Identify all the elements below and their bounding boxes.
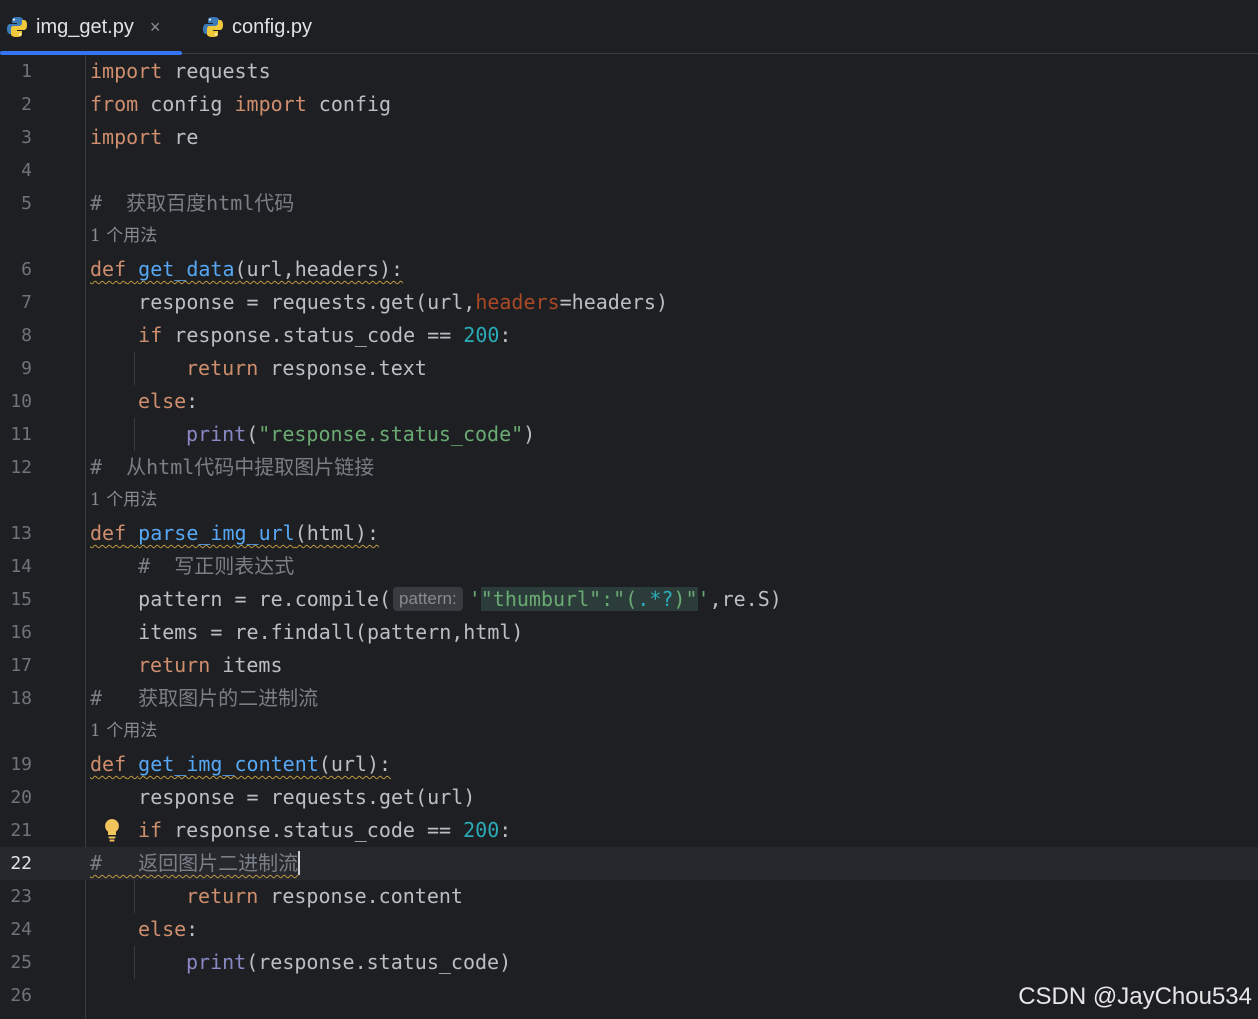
- code-line[interactable]: 9 return response.text: [0, 352, 1258, 385]
- code-line[interactable]: 16 items = re.findall(pattern,html): [0, 616, 1258, 649]
- line-number: 24: [10, 919, 32, 940]
- code-line[interactable]: 24 else:: [0, 913, 1258, 946]
- code-text: def get_data(url,headers):: [90, 257, 404, 281]
- code-line[interactable]: 12 # 从html代码中提取图片链接: [0, 451, 1258, 484]
- code-text: pattern = re.compile(pattern: '"thumburl"…: [90, 587, 782, 611]
- code-text: else:: [138, 917, 199, 941]
- code-line[interactable]: 20 response = requests.get(url): [0, 781, 1258, 814]
- code-line[interactable]: 1 import requests: [0, 55, 1258, 88]
- tab-label: img_get.py: [36, 15, 134, 38]
- line-number: 8: [21, 325, 32, 346]
- code-text: print("response.status_code"): [186, 422, 536, 446]
- line-number: 18: [10, 688, 32, 709]
- code-line[interactable]: 19 def get_img_content(url):: [0, 748, 1258, 781]
- code-line[interactable]: 8 if response.status_code == 200:: [0, 319, 1258, 352]
- code-line[interactable]: 15 pattern = re.compile(pattern: '"thumbu…: [0, 583, 1258, 616]
- line-number: 21: [10, 820, 32, 841]
- line-number: 5: [21, 193, 32, 214]
- tab-img-get[interactable]: img_get.py ×: [0, 0, 182, 55]
- code-text: response = requests.get(url,headers=head…: [90, 290, 668, 314]
- python-file-icon: [7, 17, 27, 37]
- code-line[interactable]: 7 response = requests.get(url,headers=he…: [0, 286, 1258, 319]
- tab-config[interactable]: config.py: [198, 0, 312, 54]
- code-text: import re: [90, 125, 199, 149]
- line-number: 14: [10, 556, 32, 577]
- line-number: 1: [21, 61, 32, 82]
- regex-fragment: "thumburl":"(.*?)": [480, 587, 698, 611]
- line-number: 25: [10, 952, 32, 973]
- code-line[interactable]: 23 return response.content: [0, 880, 1258, 913]
- code-line[interactable]: 18 # 获取图片的二进制流: [0, 682, 1258, 715]
- line-number: 20: [10, 787, 32, 808]
- code-text: items = re.findall(pattern,html): [90, 620, 524, 644]
- close-icon[interactable]: ×: [150, 17, 161, 38]
- usage-hint[interactable]: 1 个用法: [90, 220, 157, 253]
- line-number: 11: [10, 424, 32, 445]
- usage-hint[interactable]: 1 个用法: [90, 715, 157, 748]
- code-text: else:: [138, 389, 199, 413]
- line-number: 15: [10, 589, 32, 610]
- code-text: if response.status_code == 200:: [138, 818, 512, 842]
- code-text: # 返回图片二进制流: [90, 851, 301, 875]
- comment-text: # 获取图片的二进制流: [90, 686, 319, 710]
- code-line[interactable]: 5 # 获取百度html代码: [0, 187, 1258, 220]
- usage-hint-row: 1 个用法: [0, 715, 1258, 748]
- code-text: return items: [138, 653, 283, 677]
- line-number: 26: [10, 985, 32, 1006]
- code-editor[interactable]: 1 import requests 2 from config import c…: [0, 55, 1258, 1019]
- line-number: 9: [21, 358, 32, 379]
- code-text: return response.text: [186, 356, 427, 380]
- parameter-hint: pattern:: [393, 587, 463, 611]
- comment-text: # 获取百度html代码: [90, 191, 295, 215]
- lightbulb-icon[interactable]: [102, 818, 122, 844]
- code-line[interactable]: 25 print(response.status_code): [0, 946, 1258, 979]
- line-number: 13: [10, 523, 32, 544]
- line-number: 19: [10, 754, 32, 775]
- code-text: response = requests.get(url): [90, 785, 476, 809]
- code-line[interactable]: 17 return items: [0, 649, 1258, 682]
- line-number: 12: [10, 457, 32, 478]
- line-number: 10: [10, 391, 32, 412]
- text-caret: [298, 851, 301, 875]
- code-line[interactable]: 10 else:: [0, 385, 1258, 418]
- comment-text: # 写正则表达式: [90, 554, 295, 578]
- code-line[interactable]: 4: [0, 154, 1258, 187]
- line-number: 4: [21, 160, 32, 181]
- editor-tab-bar: img_get.py × config.py: [0, 0, 1258, 55]
- line-number: 7: [21, 292, 32, 313]
- comment-text: # 从html代码中提取图片链接: [90, 455, 375, 479]
- code-text: from config import config: [90, 92, 392, 116]
- usage-hint[interactable]: 1 个用法: [90, 484, 157, 517]
- code-line[interactable]: 21 if response.status_code == 200:: [0, 814, 1258, 847]
- code-text: def get_img_content(url):: [90, 752, 392, 776]
- csdn-watermark: CSDN @JayChou534: [1018, 983, 1252, 1010]
- code-text: def parse_img_url(html):: [90, 521, 380, 545]
- tab-label: config.py: [232, 15, 313, 38]
- code-line[interactable]: 11 print("response.status_code"): [0, 418, 1258, 451]
- code-text: import requests: [90, 59, 271, 83]
- line-number: 3: [21, 127, 32, 148]
- code-line[interactable]: 6 def get_data(url,headers):: [0, 253, 1258, 286]
- code-line[interactable]: 2 from config import config: [0, 88, 1258, 121]
- current-line[interactable]: 22 # 返回图片二进制流: [0, 847, 1258, 880]
- code-text: return response.content: [186, 884, 463, 908]
- code-line[interactable]: 14 # 写正则表达式: [0, 550, 1258, 583]
- code-text: if response.status_code == 200:: [138, 323, 512, 347]
- usage-hint-row: 1 个用法: [0, 484, 1258, 517]
- python-file-icon: [203, 17, 223, 37]
- code-line[interactable]: 13 def parse_img_url(html):: [0, 517, 1258, 550]
- line-number: 17: [10, 655, 32, 676]
- line-number: 23: [10, 886, 32, 907]
- line-number: 2: [21, 94, 32, 115]
- line-number: 22: [10, 853, 32, 874]
- line-number: 16: [10, 622, 32, 643]
- code-text: print(response.status_code): [186, 950, 512, 974]
- code-line[interactable]: 3 import re: [0, 121, 1258, 154]
- usage-hint-row: 1 个用法: [0, 220, 1258, 253]
- line-number: 6: [21, 259, 32, 280]
